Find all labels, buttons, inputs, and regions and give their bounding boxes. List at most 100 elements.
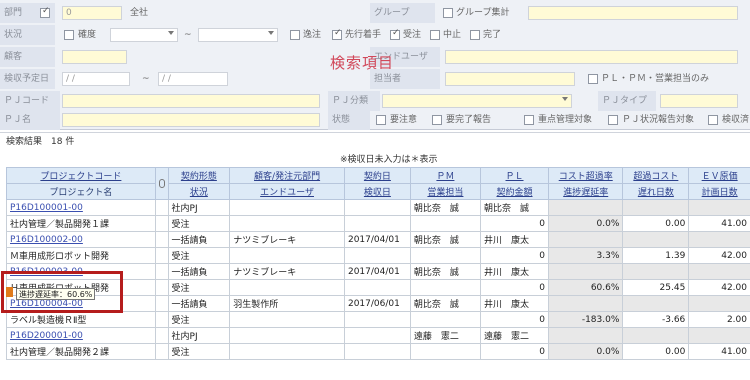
table-cell: 社内PJ — [167, 199, 231, 216]
column-header[interactable]: ＰＬ — [479, 167, 550, 184]
table-cell: 一括請負 — [167, 295, 231, 312]
confirm-to-select[interactable] — [198, 28, 278, 42]
status-option-checkbox[interactable] — [430, 30, 440, 40]
pj-name-input[interactable] — [62, 113, 320, 127]
column-header[interactable]: 契約形態 — [167, 167, 231, 184]
column-header[interactable]: 営業担当 — [409, 183, 482, 200]
state-option-checkbox[interactable] — [608, 115, 618, 125]
state-option-label: 要注意 — [390, 115, 418, 125]
confirm-label: 確度 — [78, 30, 97, 40]
pl-only-label: ＰＬ・ＰＭ・営業担当のみ — [601, 74, 710, 84]
table-cell: 0 — [479, 247, 550, 264]
table-cell — [229, 279, 345, 296]
status-option-checkbox[interactable] — [332, 28, 342, 40]
confirm-tilde: ~ — [184, 30, 192, 40]
person-input[interactable] — [445, 72, 575, 86]
column-header[interactable]: プロジェクト名 — [6, 183, 156, 200]
table-row: 社内管理／製品開発１課 受注 0 0.0% 0.00 41.00 — [6, 215, 750, 232]
table-cell: P16D200001-00 — [6, 327, 156, 344]
state-option-checkbox[interactable] — [376, 115, 386, 125]
table-cell — [343, 279, 411, 296]
table-cell: 井川 康太 — [479, 231, 550, 248]
table-cell — [688, 327, 750, 344]
warning-icon — [6, 287, 13, 297]
column-header[interactable]: 顧客/発注元部門 — [229, 167, 345, 184]
status-option-label: 先行着手 — [345, 30, 382, 40]
dept-checkbox[interactable] — [40, 6, 50, 18]
inspect-date-from-input[interactable]: / / — [62, 72, 130, 86]
state-option-checkbox[interactable] — [708, 115, 718, 125]
state-option-label: 要完了報告 — [446, 115, 492, 125]
table-cell — [409, 215, 482, 232]
table-cell: 受注 — [167, 311, 231, 328]
column-header[interactable]: 契約日 — [343, 167, 411, 184]
group-total-checkbox[interactable] — [443, 8, 453, 18]
project-code-link[interactable]: P16D200001-00 — [10, 331, 83, 341]
table-cell — [622, 327, 690, 344]
column-header[interactable]: ＥＶ原価 — [688, 167, 750, 184]
table-cell — [154, 247, 169, 264]
column-header[interactable]: 検収日 — [343, 183, 411, 200]
status-option-checkbox[interactable] — [390, 28, 400, 40]
column-header[interactable]: 状況 — [167, 183, 231, 200]
result-count: 検索結果 18 件 — [0, 132, 750, 150]
project-code-link[interactable]: P16D100001-00 — [10, 203, 83, 213]
project-code-link[interactable]: P16D100002-00 — [10, 235, 83, 245]
customer-input[interactable] — [62, 50, 127, 64]
column-header[interactable]: プロジェクトコード — [6, 167, 156, 184]
table-row: ラベル製造機ＲⅡ型 受注 0 -183.0% -3.66 2.00 — [6, 311, 750, 328]
table-cell: 60.6% — [548, 279, 624, 296]
pj-class-select[interactable] — [382, 94, 572, 108]
table-cell: 朝比奈 誠 — [409, 295, 482, 312]
table-cell — [548, 327, 624, 344]
status-option-label: 逸注 — [303, 30, 322, 40]
search-row-pj-name: ＰＪ名 状態 要注意 要完了報告 重点管理対象 ＰＪ状況報告対象 検収済 — [0, 110, 750, 132]
table-cell: 受注 — [167, 343, 231, 360]
table-cell: 41.00 — [688, 215, 750, 232]
attachment-icon — [154, 167, 169, 200]
end-user-input[interactable] — [445, 50, 738, 64]
search-row-inspect-date: 検収予定日 / / ~ / / 担当者 ＰＬ・ＰＭ・営業担当のみ — [0, 69, 750, 91]
table-cell: 朝比奈 誠 — [409, 263, 482, 280]
table-cell — [343, 327, 411, 344]
table-cell — [154, 263, 169, 280]
table-cell — [409, 247, 482, 264]
pl-only-checkbox[interactable] — [588, 74, 598, 84]
state-option-label: 検収済 — [722, 115, 750, 125]
table-cell: 朝比奈 誠 — [409, 199, 482, 216]
pj-type-label: ＰＪタイプ — [598, 91, 656, 111]
pj-code-label: ＰＪコード — [0, 91, 60, 111]
pj-type-select[interactable] — [660, 94, 738, 108]
status-option-checkbox[interactable] — [290, 30, 300, 40]
table-cell: 0 — [479, 279, 550, 296]
column-header[interactable]: 進捗遅延率 — [548, 183, 624, 200]
pj-code-input[interactable] — [62, 94, 320, 108]
table-cell — [343, 311, 411, 328]
table-cell: 朝比奈 誠 — [409, 231, 482, 248]
confirm-checkbox[interactable] — [64, 30, 74, 40]
table-cell: 井川 康太 — [479, 263, 550, 280]
table-cell: 0.0% — [548, 215, 624, 232]
chevron-down-icon — [268, 31, 274, 35]
column-header[interactable]: 超過コスト — [622, 167, 690, 184]
table-cell: 一括請負 — [167, 263, 231, 280]
table-cell — [154, 215, 169, 232]
dept-code-input[interactable]: 0 — [62, 6, 122, 20]
column-header[interactable]: 遅れ日数 — [622, 183, 690, 200]
table-cell — [622, 295, 690, 312]
column-header[interactable]: 契約金額 — [479, 183, 550, 200]
chevron-down-icon — [562, 97, 568, 101]
column-header[interactable]: エンドユーザ — [229, 183, 345, 200]
column-header[interactable]: ＰＭ — [409, 167, 482, 184]
inspect-date-to-input[interactable]: / / — [158, 72, 228, 86]
status-option-checkbox[interactable] — [470, 30, 480, 40]
group-total-label: グループ集計 — [456, 8, 510, 18]
column-header[interactable]: コスト超過率 — [548, 167, 624, 184]
column-header[interactable]: 計画日数 — [688, 183, 750, 200]
table-cell — [343, 215, 411, 232]
group-input[interactable] — [528, 6, 738, 20]
state-option-checkbox[interactable] — [432, 115, 442, 125]
state-option-checkbox[interactable] — [524, 115, 534, 125]
table-row: 社内管理／製品開発２課 受注 0 0.0% 0.00 41.00 — [6, 343, 750, 360]
table-cell — [229, 327, 345, 344]
